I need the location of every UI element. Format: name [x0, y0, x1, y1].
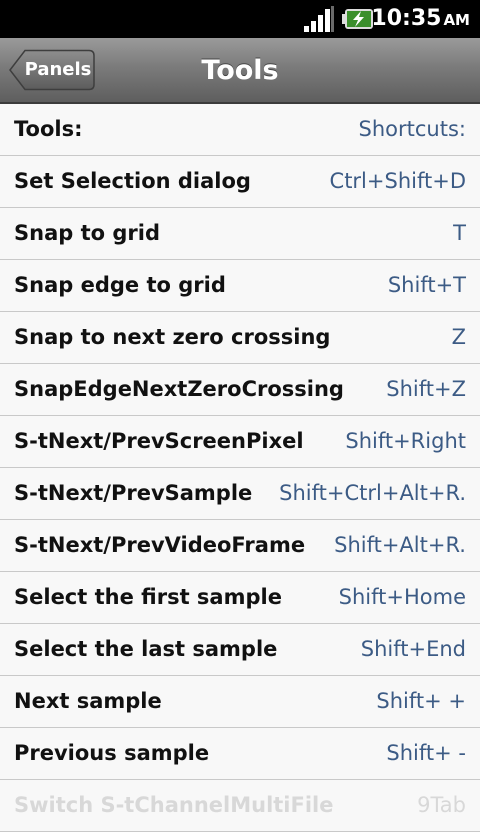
- shortcut-key: Shift+Ctrl+Alt+R.: [279, 481, 466, 505]
- list-item[interactable]: S-tNext/PrevVideoFrame Shift+Alt+R.: [0, 520, 480, 572]
- tool-name: Snap edge to grid: [14, 273, 226, 297]
- list-item[interactable]: Select the first sample Shift+Home: [0, 572, 480, 624]
- tool-name: Select the last sample: [14, 637, 278, 661]
- shortcut-key: Shift+Alt+R.: [334, 533, 466, 557]
- signal-icon: [304, 6, 334, 32]
- shortcut-key: Shift+Right: [345, 429, 466, 453]
- shortcut-list: Tools: Shortcuts: Set Selection dialog C…: [0, 104, 480, 832]
- column-header-shortcuts: Shortcuts:: [358, 117, 466, 141]
- list-item[interactable]: Snap edge to grid Shift+T: [0, 260, 480, 312]
- list-item[interactable]: Snap to grid T: [0, 208, 480, 260]
- shortcut-key: Shift+T: [387, 273, 466, 297]
- shortcut-key: 9Tab: [417, 793, 466, 817]
- shortcut-key: Ctrl+Shift+D: [329, 169, 466, 193]
- page-title: Tools: [201, 55, 279, 86]
- shortcut-key: Shift+ -: [386, 741, 466, 765]
- tool-name: Snap to next zero crossing: [14, 325, 331, 349]
- tool-name: Next sample: [14, 689, 162, 713]
- list-item[interactable]: S-tNext/PrevSample Shift+Ctrl+Alt+R.: [0, 468, 480, 520]
- tool-name: Snap to grid: [14, 221, 160, 245]
- tool-name: Select the first sample: [14, 585, 282, 609]
- tool-name: Switch S-tChannelMultiFile: [14, 793, 334, 817]
- clock-ampm: AM: [443, 11, 470, 29]
- shortcut-key: Shift+ +: [376, 689, 466, 713]
- tool-name: Set Selection dialog: [14, 169, 251, 193]
- tool-name: Previous sample: [14, 741, 210, 765]
- list-item[interactable]: Previous sample Shift+ -: [0, 728, 480, 780]
- tool-name: S-tNext/PrevScreenPixel: [14, 429, 304, 453]
- list-header-row: Tools: Shortcuts:: [0, 104, 480, 156]
- status-bar: 10:35 AM: [0, 0, 480, 38]
- clock-time: 10:35: [371, 6, 442, 31]
- shortcut-key: Shift+End: [360, 637, 466, 661]
- list-item[interactable]: Next sample Shift+ +: [0, 676, 480, 728]
- shortcut-key: Shift+Home: [338, 585, 466, 609]
- tool-name: SnapEdgeNextZeroCrossing: [14, 377, 344, 401]
- list-item[interactable]: S-tNext/PrevScreenPixel Shift+Right: [0, 416, 480, 468]
- list-item[interactable]: SnapEdgeNextZeroCrossing Shift+Z: [0, 364, 480, 416]
- list-item[interactable]: Snap to next zero crossing Z: [0, 312, 480, 364]
- status-clock: 10:35 AM: [371, 4, 470, 35]
- list-item[interactable]: Select the last sample Shift+End: [0, 624, 480, 676]
- title-bar: Panels Tools: [0, 38, 480, 104]
- shortcut-key: Z: [451, 325, 466, 349]
- list-item[interactable]: Set Selection dialog Ctrl+Shift+D: [0, 156, 480, 208]
- list-item[interactable]: Switch S-tChannelMultiFile 9Tab: [0, 780, 480, 832]
- shortcut-key: T: [453, 221, 466, 245]
- tool-name: S-tNext/PrevSample: [14, 481, 253, 505]
- column-header-tools: Tools:: [14, 117, 83, 141]
- shortcut-key: Shift+Z: [386, 377, 466, 401]
- tool-name: S-tNext/PrevVideoFrame: [14, 533, 306, 557]
- battery-charging-icon: [342, 9, 373, 29]
